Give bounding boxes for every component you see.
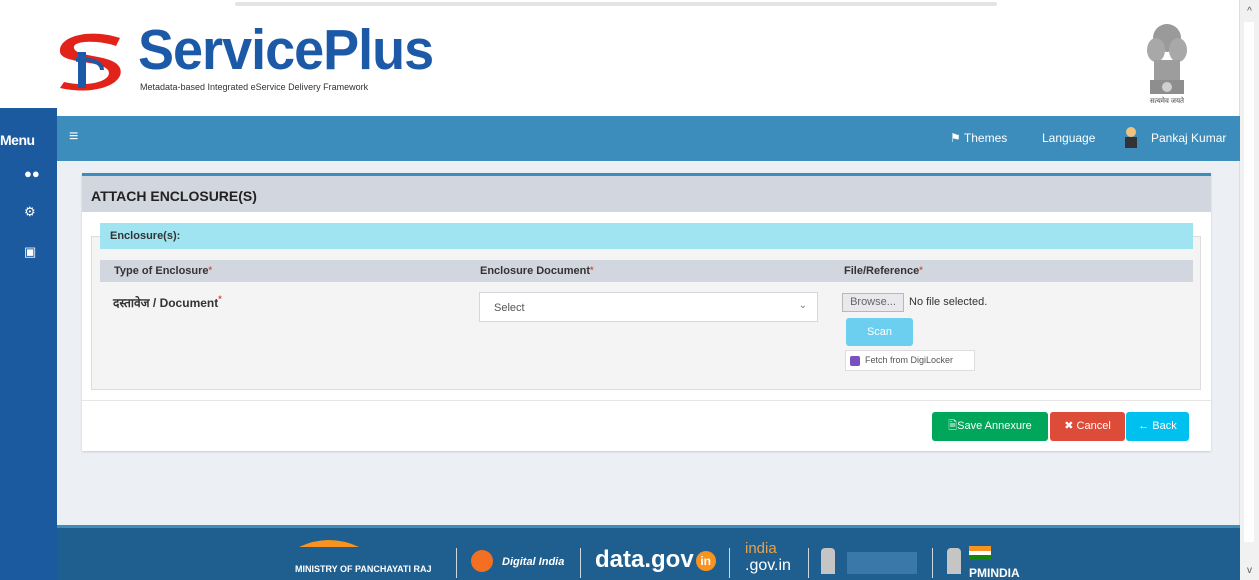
close-circle-icon: ✖ [1064,420,1074,432]
footer-separator [456,548,457,578]
arrow-left-icon: ← [1138,420,1150,432]
scroll-thumb[interactable] [1244,22,1254,542]
top-navbar: ≡ ⚑ Themes Language Pankaj Kumar [57,116,1240,161]
col-type: Type of Enclosure* [114,265,213,277]
page-scrollbar[interactable]: ^ v [1239,0,1259,580]
file-status: No file selected. [909,296,988,308]
footer-separator [580,548,581,578]
footer-separator [729,548,730,578]
ministry-label[interactable]: MINISTRY OF PANCHAYATI RAJ [295,564,432,574]
datagov-label[interactable]: data.gov in [595,546,716,574]
india-flag-icon [969,546,991,560]
browse-button[interactable]: Browse... [842,293,904,312]
col-document: Enclosure Document* [480,265,594,277]
user-name[interactable]: Pankaj Kumar [1151,131,1226,145]
panchayati-raj-logo-icon [294,534,364,547]
footer-separator [932,548,933,578]
enclosure-type-label: दस्तावेज / Document* [113,294,222,310]
scroll-up-icon[interactable]: ^ [1240,6,1259,17]
cancel-button[interactable]: ✖ Cancel [1050,412,1125,441]
save-annexure-button[interactable]: 🗎Save Annexure [932,412,1048,441]
pmindia-label[interactable]: PMINDIA [969,566,1020,580]
top-strip [0,0,1259,8]
hamburger-menu-icon[interactable]: ≡ [69,128,78,146]
panel-header: ATTACH ENCLOSURE(S) [82,173,1211,212]
panel-title: ATTACH ENCLOSURE(S) [91,188,257,204]
users-icon[interactable]: ●● [0,166,57,181]
panel-divider [82,400,1211,401]
footer-separator [808,548,809,578]
emblem-small-icon-2 [947,548,961,574]
attach-enclosure-panel: ATTACH ENCLOSURE(S) Enclosure(s): Type o… [82,173,1211,451]
emblem-motto: सत्यमेव जयते [1149,98,1185,105]
scan-button[interactable]: Scan [846,318,913,346]
top-strip-bar [235,2,997,6]
serviceplus-logo-icon [59,33,121,91]
col-file: File/Reference* [844,265,923,277]
india-gov-tld[interactable]: .gov.in [745,557,791,575]
user-avatar-icon[interactable] [1123,126,1139,148]
window-icon[interactable]: ▣ [0,244,57,260]
digilocker-icon [850,355,860,366]
flag-icon: ⚑ [950,131,961,145]
enclosure-table-header: Type of Enclosure* Enclosure Document* F… [100,260,1193,282]
emblem-small-icon [821,548,835,574]
language-link[interactable]: Language [1042,131,1095,145]
in-badge-icon: in [695,550,716,571]
fetch-digilocker-button[interactable]: Fetch from DigiLocker [845,350,975,371]
file-icon: 🗎 [948,420,958,432]
brand-tagline: Metadata-based Integrated eService Deliv… [140,82,369,92]
dept-logo-icon [847,552,917,574]
brand-title: ServicePlus [138,18,434,82]
enclosure-section-bar: Enclosure(s): [100,223,1193,249]
india-gov-label[interactable]: india [745,540,777,557]
national-emblem-icon [1147,24,1187,94]
chevron-down-icon: ⌄ [798,300,807,311]
cogs-icon[interactable]: ⚙ [0,204,57,220]
app-header: ServicePlus Metadata-based Integrated eS… [0,8,1240,116]
menu-label[interactable]: Menu [0,132,35,148]
enclosure-document-select[interactable]: Select ⌄ [479,292,818,322]
scroll-down-icon[interactable]: v [1240,565,1259,576]
back-button[interactable]: ← Back [1126,412,1189,441]
digital-india-logo-icon [471,550,493,572]
themes-link[interactable]: ⚑ Themes [950,131,1007,145]
page-footer: MINISTRY OF PANCHAYATI RAJ Digital India… [57,525,1240,580]
digital-india-label[interactable]: Digital India [502,556,564,568]
